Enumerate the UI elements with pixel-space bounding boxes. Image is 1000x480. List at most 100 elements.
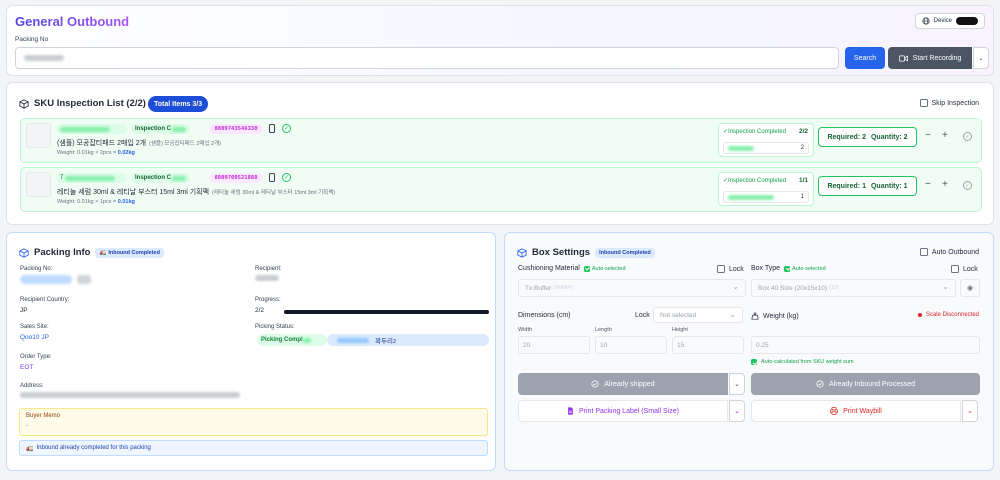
- inspection-count: 1/1: [798, 177, 808, 184]
- sku-row: 7 Inspection C 8809700521888 ✓ 레티놀 세럼 30…: [20, 167, 982, 212]
- truck-icon: 🚛: [26, 445, 34, 452]
- eye-icon[interactable]: ◉: [960, 279, 980, 297]
- cushioning-lock-checkbox[interactable]: [717, 265, 725, 273]
- start-recording-button[interactable]: Start Recording: [888, 47, 972, 69]
- dimensions-lock-select[interactable]: Not selected: [653, 307, 743, 323]
- picker-badge: 꽉두리z: [327, 334, 489, 346]
- inspection-status-pill: Inspection C: [131, 173, 191, 183]
- mobile-icon: [269, 124, 275, 133]
- sales-site-label: Sales Site:: [20, 324, 49, 330]
- decrease-quantity-button[interactable]: −: [925, 180, 931, 190]
- required-quantity-box: Required: 1 Quantity: 1: [818, 176, 917, 196]
- truck-icon: 🚛: [99, 249, 107, 256]
- device-status[interactable]: Device: [914, 13, 985, 29]
- check-circle-icon: [816, 380, 824, 388]
- sales-site-value: Qoo10 JP: [20, 334, 49, 341]
- already-inbound-processed-button[interactable]: Already Inbound Processed: [751, 373, 980, 395]
- box-type-label: Box Type Auto-selected: [751, 265, 826, 272]
- barcode: 8809700521888: [209, 173, 263, 183]
- box-type-select[interactable]: Box 40 Size (20x15x10) (19): [751, 279, 956, 297]
- length-input[interactable]: 10: [595, 336, 667, 354]
- packing-no-value: [20, 275, 91, 284]
- weight-input[interactable]: 0.25: [751, 336, 980, 354]
- header-card: General Outbound Device Packing No Searc…: [6, 5, 994, 76]
- product-thumbnail: [26, 172, 51, 197]
- progress-text: 2/2: [255, 307, 265, 314]
- package-icon: [517, 247, 527, 258]
- chevron-down-icon: ⌄: [734, 381, 740, 388]
- box-type-lock-checkbox[interactable]: [951, 265, 959, 273]
- cushioning-lock-toggle[interactable]: Lock: [717, 265, 744, 273]
- country-value: JP: [20, 307, 28, 314]
- print-label-options-dropdown[interactable]: ⌄: [729, 400, 745, 422]
- packing-info-title: Packing Info 🚛 Inbound Completed: [19, 247, 164, 258]
- increase-quantity-button[interactable]: +: [942, 180, 948, 190]
- packing-no-input[interactable]: [15, 47, 839, 69]
- device-toggle[interactable]: [956, 17, 978, 25]
- buyer-memo-label: Buyer Memo: [26, 413, 61, 419]
- address-label: Address:: [20, 383, 44, 389]
- auto-outbound-label: Auto Outbound: [931, 248, 979, 256]
- cushioning-auto-checkbox[interactable]: [583, 265, 590, 272]
- page-title: General Outbound: [15, 14, 130, 29]
- product-weight: Weight: 0.01kg × 2pcs = 0.02kg: [57, 150, 135, 156]
- country-label: Recipient Country:: [20, 297, 70, 303]
- product-name: 레티놀 세럼 30ml & 레티날 부스터 15ml 3ml 기획팩 (레티놀 세…: [57, 189, 336, 196]
- scale-status: Scale Disconnected: [917, 312, 979, 318]
- inbound-completed-badge: 🚛 Inbound Completed: [95, 247, 164, 258]
- product-name: (샘플) 모공잡티패드 2매입 2개 (샘플) 모공잡티패드 2매입 2개): [57, 140, 221, 147]
- product-thumbnail: [26, 123, 51, 148]
- cushioning-auto-selected[interactable]: Auto-selected: [583, 265, 626, 272]
- packing-no-label: Packing No: [15, 36, 49, 43]
- print-waybill-button[interactable]: Print Waybill: [751, 400, 961, 422]
- picking-status-label: Picking Status:: [255, 324, 295, 330]
- inspection-completed-label: ✓Inspection Completed: [723, 178, 787, 184]
- check-circle-icon[interactable]: ✓: [963, 132, 972, 141]
- decrease-quantity-button[interactable]: −: [925, 131, 931, 141]
- skip-inspection-toggle[interactable]: Skip Inspection: [919, 99, 979, 107]
- redacted-packing-no: [24, 55, 64, 61]
- start-recording-label: Start Recording: [912, 54, 962, 62]
- box-type-auto-checkbox[interactable]: [784, 265, 791, 272]
- sku-code: [57, 124, 127, 134]
- progress-fill: [284, 310, 489, 314]
- weight-label: Weight (kg): [751, 312, 799, 320]
- waybill-options-dropdown[interactable]: ⌄: [962, 400, 978, 422]
- skip-inspection-label: Skip Inspection: [931, 99, 979, 107]
- check-circle-icon: ✓: [282, 173, 291, 182]
- length-label: Length: [595, 327, 612, 333]
- height-label: Height: [672, 327, 688, 333]
- dimensions-label: Dimensions (cm): [518, 312, 571, 319]
- width-input[interactable]: 20: [518, 336, 590, 354]
- auto-outbound-toggle[interactable]: Auto Outbound: [919, 248, 979, 256]
- box-type-lock-toggle[interactable]: Lock: [951, 265, 978, 273]
- barcode: 8809743546330: [209, 124, 263, 134]
- shipped-options-dropdown[interactable]: ⌄: [729, 373, 745, 395]
- auto-outbound-checkbox[interactable]: [919, 248, 928, 256]
- sku-title-text: SKU Inspection List (2/2): [34, 98, 146, 109]
- increase-quantity-button[interactable]: +: [942, 131, 948, 141]
- recording-options-dropdown[interactable]: ⌄: [973, 47, 989, 69]
- sku-section-title: SKU Inspection List (2/2): [19, 98, 146, 109]
- order-type-value: EOT: [20, 364, 34, 371]
- cushioning-select[interactable]: Tx Buffer (WABP): [518, 279, 746, 297]
- weight-auto-checkbox: [751, 359, 757, 365]
- already-shipped-button[interactable]: Already shipped: [518, 373, 728, 395]
- packing-info-card: Packing Info 🚛 Inbound Completed Packing …: [6, 232, 496, 471]
- box-type-auto-selected[interactable]: Auto-selected: [784, 265, 826, 272]
- status-dot-icon: [917, 313, 922, 317]
- sku-inspection-card: SKU Inspection List (2/2) Total Items 3/…: [6, 82, 994, 225]
- check-circle-icon[interactable]: ✓: [963, 181, 972, 190]
- search-button[interactable]: Search: [845, 47, 885, 69]
- sku-row: Inspection C 8809743546330 ✓ (샘플) 모공잡티패드…: [20, 118, 982, 163]
- document-icon: [568, 407, 573, 415]
- print-packing-label-button[interactable]: Print Packing Label (Small Size): [518, 400, 728, 422]
- skip-inspection-checkbox[interactable]: [919, 99, 928, 107]
- inbound-completed-notice: 🚛 Inbound already completed for this pack…: [19, 440, 488, 456]
- inspection-status-box: ✓Inspection Completed 2/2 2: [718, 123, 814, 157]
- device-label: Device: [933, 18, 952, 24]
- box-settings-title: Box Settings Inbound Completed: [517, 247, 655, 258]
- progress-label: Progress:: [255, 297, 281, 303]
- packing-no-label: Packing No:: [20, 266, 53, 272]
- height-input[interactable]: 15: [672, 336, 744, 354]
